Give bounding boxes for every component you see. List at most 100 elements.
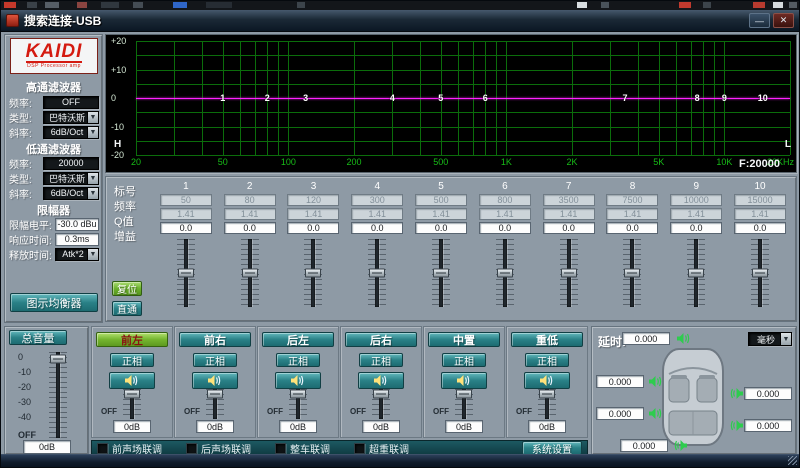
eq-plot-area[interactable]: 1 2 3 4 5 6 7 8 9 10	[136, 41, 791, 156]
eq-band-q-input[interactable]: 1.41	[542, 208, 595, 220]
delay-center-input[interactable]: 0.000	[622, 332, 670, 345]
channel-mute-button[interactable]	[441, 372, 487, 389]
eq-band-slider[interactable]	[623, 239, 642, 307]
eq-band-freq-input[interactable]: 3500	[542, 194, 595, 206]
chevron-down-icon[interactable]: ▼	[87, 187, 98, 199]
eq-band-q-input[interactable]: 1.41	[478, 208, 531, 220]
eq-band-slider[interactable]	[176, 239, 195, 307]
system-settings-button[interactable]: 系统设置	[522, 441, 582, 456]
channel-volume-slider[interactable]	[538, 389, 556, 419]
chevron-down-icon[interactable]: ▼	[87, 111, 98, 123]
channel-slider-handle[interactable]	[124, 389, 140, 399]
eq-band-slider[interactable]	[432, 239, 451, 307]
hpf-handle[interactable]: H	[114, 139, 121, 150]
eq-band-freq-input[interactable]: 50	[159, 194, 212, 206]
eq-band-q-input[interactable]: 1.41	[159, 208, 212, 220]
eq-band-q-input[interactable]: 1.41	[606, 208, 659, 220]
channel-volume-value[interactable]: 0dB	[196, 420, 234, 433]
link-checkbox[interactable]	[97, 442, 108, 454]
eq-slider-handle[interactable]	[241, 268, 258, 278]
phase-button[interactable]: 正相	[442, 353, 486, 368]
eq-band-gain-input[interactable]: 0.0	[670, 222, 723, 234]
delay-rear-left-input[interactable]: 0.000	[596, 407, 644, 420]
eq-band-freq-input[interactable]: 80	[223, 194, 276, 206]
eq-band-q-input[interactable]: 1.41	[670, 208, 723, 220]
hpf-type-select[interactable]: 巴特沃斯 ▼	[43, 110, 99, 124]
eq-band-freq-input[interactable]: 10000	[670, 194, 723, 206]
eq-band-marker[interactable]: 5	[438, 93, 443, 103]
link-checkbox[interactable]	[354, 442, 365, 454]
eq-band-gain-input[interactable]: 0.0	[542, 222, 595, 234]
limiter-release-select[interactable]: Atk*2 ▼	[55, 247, 99, 261]
eq-band-slider[interactable]	[559, 239, 578, 307]
eq-slider-handle[interactable]	[560, 268, 577, 278]
channel-slider-handle[interactable]	[373, 389, 389, 399]
channel-select-button[interactable]: 前右	[179, 332, 251, 347]
eq-band-marker[interactable]: 3	[303, 93, 308, 103]
minimize-button[interactable]: —	[749, 13, 770, 28]
eq-slider-handle[interactable]	[433, 268, 450, 278]
delay-front-left-input[interactable]: 0.000	[596, 375, 644, 388]
eq-band-freq-input[interactable]: 300	[351, 194, 404, 206]
channel-mute-button[interactable]	[275, 372, 321, 389]
phase-button[interactable]: 正相	[193, 353, 237, 368]
channel-volume-value[interactable]: 0dB	[528, 420, 566, 433]
lpf-slope-select[interactable]: 6dB/Oct ▼	[43, 186, 99, 200]
channel-volume-value[interactable]: 0dB	[113, 420, 151, 433]
eq-bypass-button[interactable]: 直通	[112, 301, 142, 316]
eq-band-gain-input[interactable]: 0.0	[223, 222, 276, 234]
channel-volume-value[interactable]: 0dB	[445, 420, 483, 433]
chevron-down-icon[interactable]: ▼	[87, 172, 98, 184]
channel-select-button[interactable]: 重低	[511, 332, 583, 347]
delay-front-right-input[interactable]: 0.000	[744, 387, 792, 400]
eq-band-q-input[interactable]: 1.41	[734, 208, 787, 220]
channel-slider-handle[interactable]	[290, 389, 306, 399]
eq-band-freq-input[interactable]: 15000	[734, 194, 787, 206]
master-volume-value[interactable]: 0dB	[23, 440, 71, 454]
eq-band-slider[interactable]	[495, 239, 514, 307]
eq-band-marker[interactable]: 1	[220, 93, 225, 103]
delay-rear-right-input[interactable]: 0.000	[744, 419, 792, 432]
master-volume-slider[interactable]	[49, 352, 67, 438]
eq-slider-handle[interactable]	[624, 268, 641, 278]
eq-slider-handle[interactable]	[369, 268, 386, 278]
hpf-slope-select[interactable]: 6dB/Oct ▼	[43, 125, 99, 139]
eq-band-gain-input[interactable]: 0.0	[606, 222, 659, 234]
eq-slider-handle[interactable]	[752, 268, 769, 278]
channel-mute-button[interactable]	[192, 372, 238, 389]
lpf-handle[interactable]: L	[785, 139, 791, 150]
phase-button[interactable]: 正相	[525, 353, 569, 368]
eq-slider-handle[interactable]	[496, 268, 513, 278]
eq-band-marker[interactable]: 4	[390, 93, 395, 103]
eq-band-freq-input[interactable]: 120	[287, 194, 340, 206]
channel-select-button[interactable]: 前左	[96, 332, 168, 347]
link-checkbox[interactable]	[275, 442, 286, 454]
eq-band-q-input[interactable]: 1.41	[351, 208, 404, 220]
eq-band-gain-input[interactable]: 0.0	[159, 222, 212, 234]
channel-slider-handle[interactable]	[207, 389, 223, 399]
eq-band-gain-input[interactable]: 0.0	[734, 222, 787, 234]
eq-slider-handle[interactable]	[305, 268, 322, 278]
eq-band-marker[interactable]: 6	[483, 93, 488, 103]
eq-slider-handle[interactable]	[177, 268, 194, 278]
channel-mute-button[interactable]	[524, 372, 570, 389]
limiter-level-input[interactable]: -30.0 dBu	[55, 217, 99, 231]
eq-band-marker[interactable]: 7	[622, 93, 627, 103]
close-button[interactable]: ✕	[773, 13, 794, 28]
chevron-down-icon[interactable]: ▼	[87, 248, 98, 260]
eq-band-slider[interactable]	[304, 239, 323, 307]
channel-select-button[interactable]: 后右	[345, 332, 417, 347]
phase-button[interactable]: 正相	[110, 353, 154, 368]
channel-volume-slider[interactable]	[372, 389, 390, 419]
eq-band-q-input[interactable]: 1.41	[415, 208, 468, 220]
graphic-eq-button[interactable]: 图示均衡器	[10, 293, 98, 312]
channel-volume-slider[interactable]	[206, 389, 224, 419]
eq-band-q-input[interactable]: 1.41	[223, 208, 276, 220]
phase-button[interactable]: 正相	[276, 353, 320, 368]
eq-response-graph[interactable]: 1 2 3 4 5 6 7 8 9 10 +20 +10 0 -10 -20 20 50 100 200 500 1…	[105, 34, 797, 173]
eq-band-slider[interactable]	[240, 239, 259, 307]
channel-volume-slider[interactable]	[455, 389, 473, 419]
eq-band-freq-input[interactable]: 800	[478, 194, 531, 206]
eq-band-slider[interactable]	[368, 239, 387, 307]
hpf-freq-input[interactable]: OFF	[43, 95, 99, 109]
